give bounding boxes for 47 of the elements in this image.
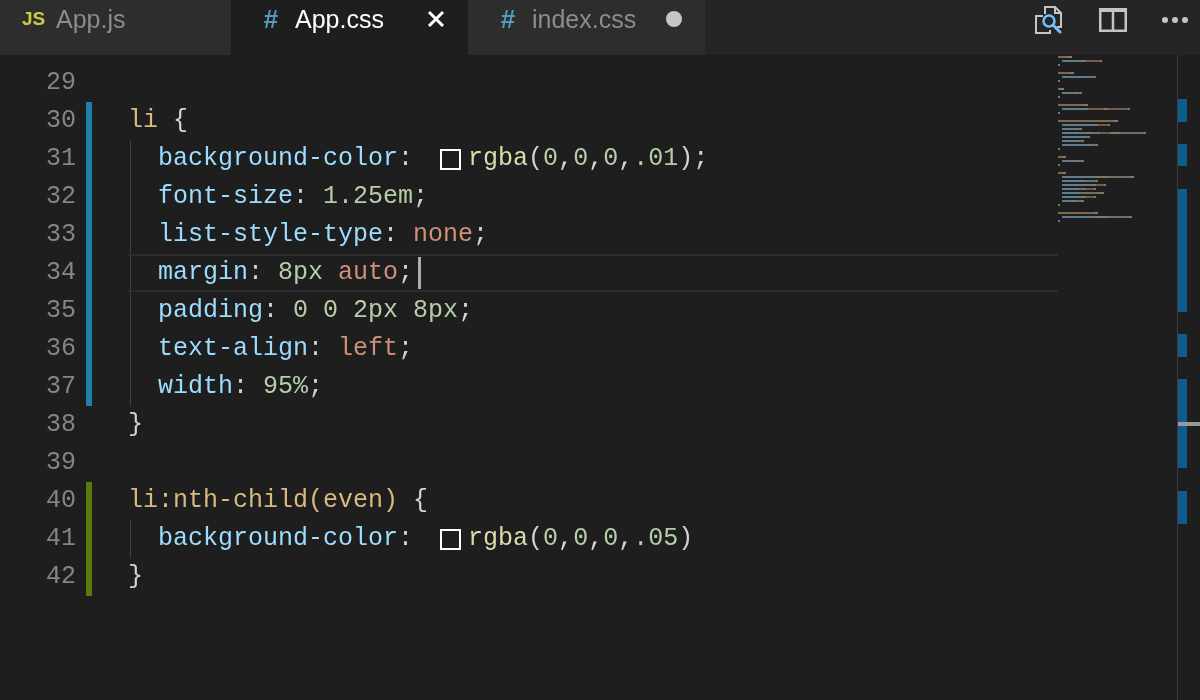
code-text: background-color: [158,143,415,175]
code-text: } [128,561,143,593]
more-icon[interactable] [1162,17,1188,23]
code-text: li { [128,105,189,137]
code-text: background-color: [158,523,415,555]
line-number: 32 [45,181,76,213]
code-text: rgba(0,0,0,.05) [468,523,694,555]
editor-tab[interactable]: JS App.js [0,0,231,55]
editor-tab[interactable]: # App.css [231,0,468,55]
code-text: margin: 8px auto; [158,257,414,289]
code-text: font-size: 1.25em; [158,181,429,213]
change-marker [1178,491,1187,524]
line-number: 30 [45,105,76,137]
change-marker [1178,99,1187,122]
code-text: width: 95%; [158,371,324,403]
line-number: 38 [45,409,76,441]
line-number: 42 [45,561,76,593]
line-number: 37 [45,371,76,403]
hash-file-icon: # [498,1,518,37]
line-number: 40 [45,485,76,517]
hash-file-icon: # [261,1,281,37]
line-number: 29 [45,67,76,99]
minimap-drawing[interactable] [1058,56,1146,222]
line-number: 39 [45,447,76,479]
code-text: } [128,409,143,441]
split-editor-icon[interactable] [1099,8,1127,32]
color-swatch-icon[interactable] [440,528,462,550]
code-text: list-style-type: none; [158,219,489,251]
code-text: rgba(0,0,0,.01); [468,143,709,175]
line-number: 36 [45,333,76,365]
line-number: 35 [45,295,76,327]
unsaved-dot-icon[interactable] [666,11,682,27]
line-number: 34 [45,257,76,289]
color-swatch-icon[interactable] [440,148,462,170]
text-cursor [418,257,422,289]
code-text: text-align: left; [158,333,414,365]
change-marker [1178,334,1187,357]
cursor-marker [1178,422,1200,426]
editor-tab[interactable]: # index.css [468,0,705,55]
change-marker [1178,144,1187,166]
code-text: li:nth-child(even) { [128,485,429,517]
close-icon[interactable] [427,10,445,28]
document-search-icon[interactable] [1034,5,1064,35]
line-number: 31 [45,143,76,175]
code-text: padding: 0 0 2px 8px; [158,295,474,327]
line-number: 41 [45,523,76,555]
line-number: 33 [45,219,76,251]
